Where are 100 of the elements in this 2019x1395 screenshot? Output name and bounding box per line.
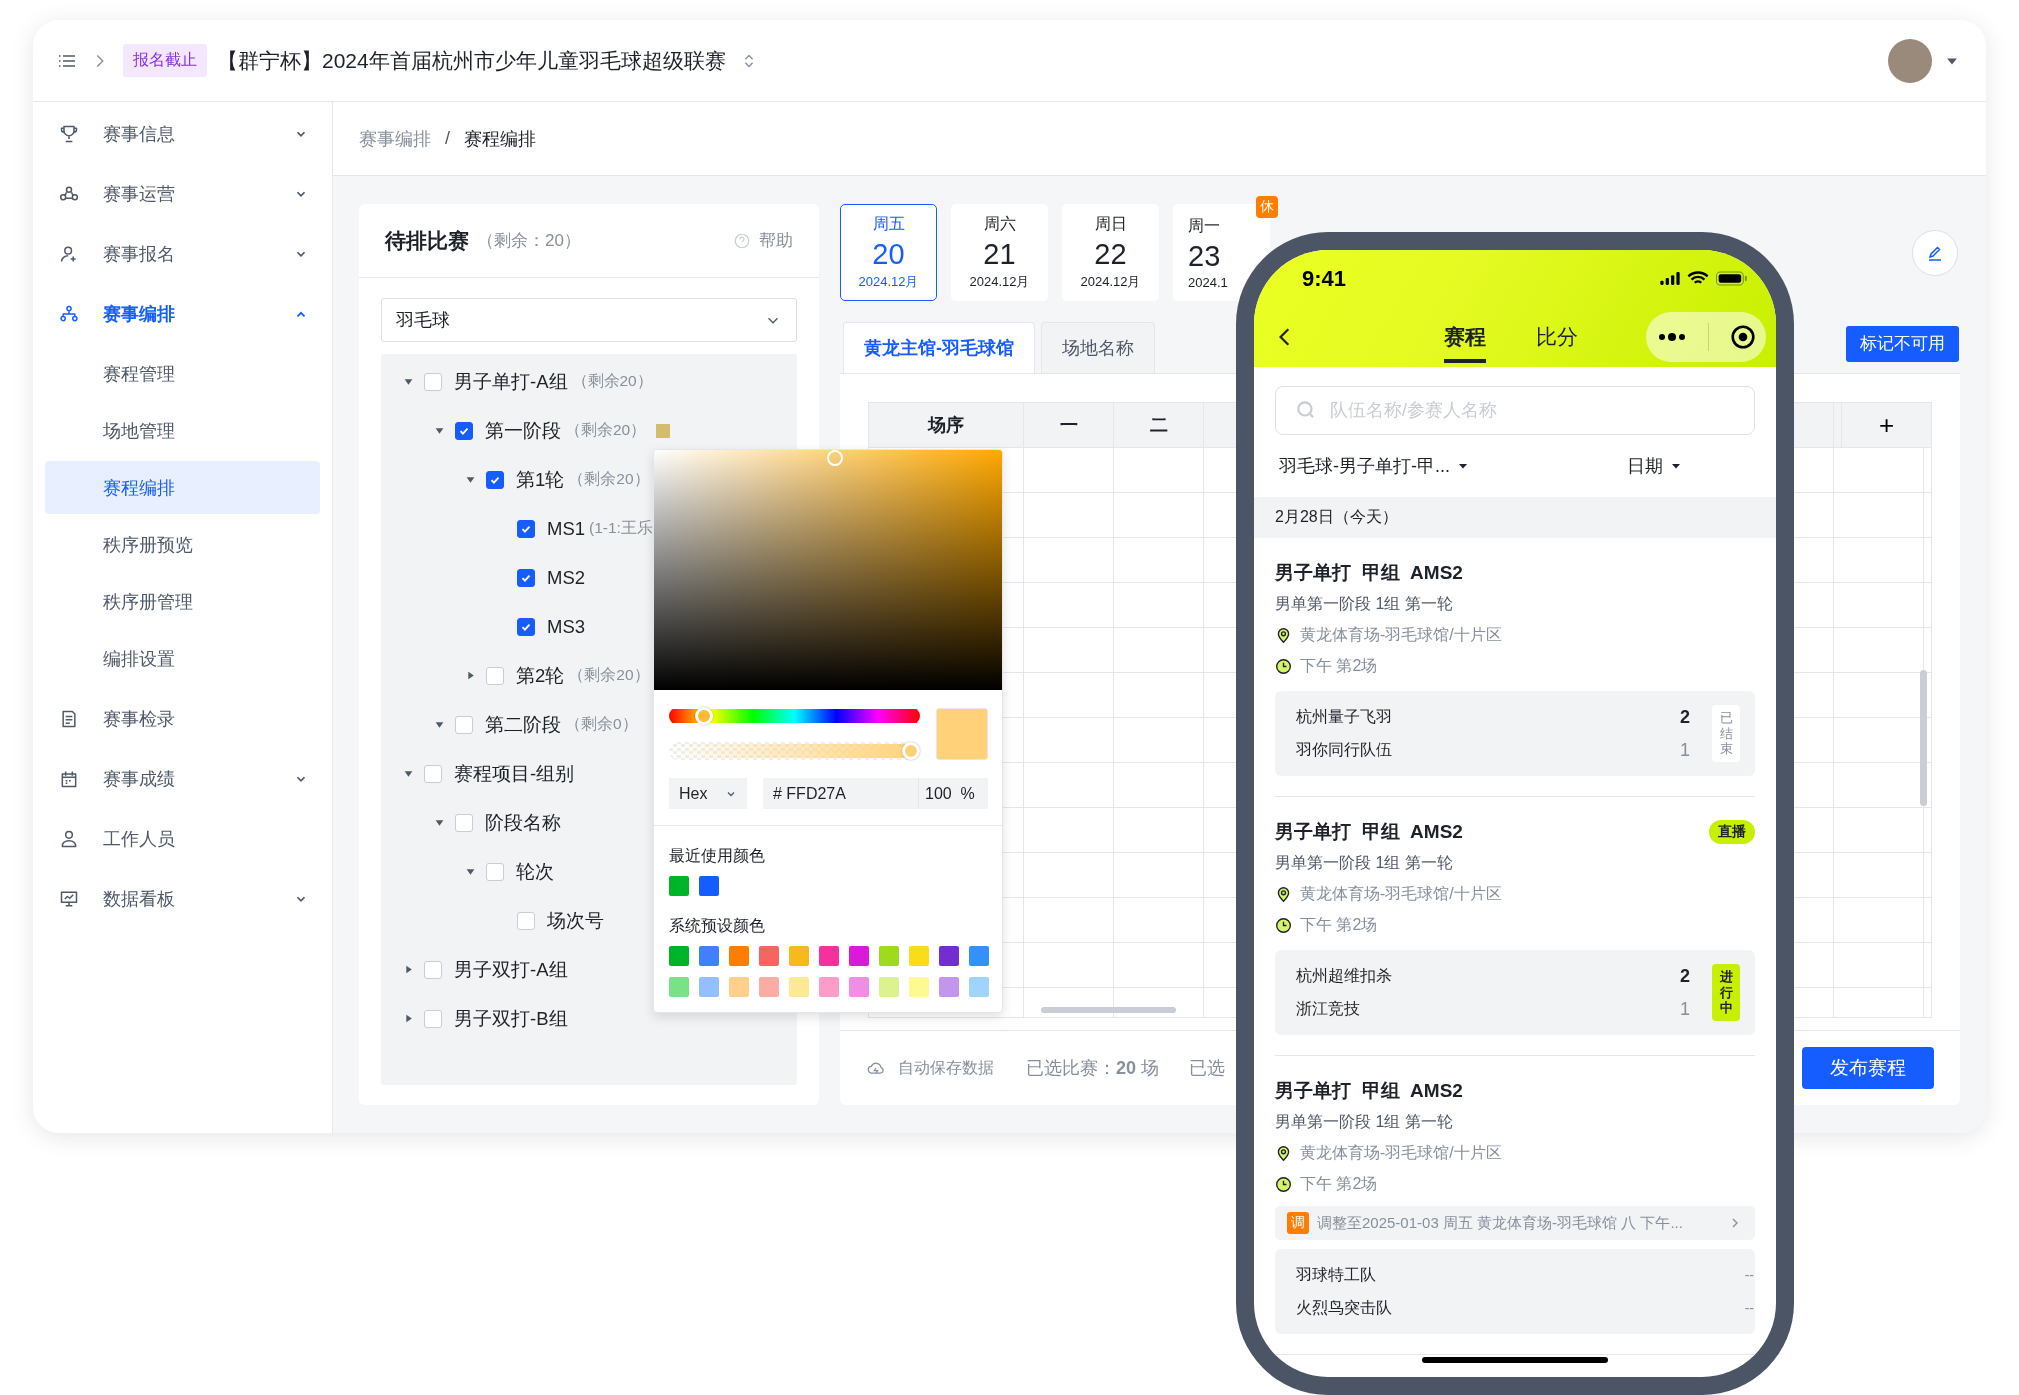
- checkbox[interactable]: [486, 470, 504, 489]
- date-tab[interactable]: 周六 21 2024.12月: [951, 204, 1048, 301]
- capsule-menu[interactable]: [1646, 312, 1766, 362]
- tree-label[interactable]: 第一阶段: [485, 418, 561, 443]
- sidebar-subitem[interactable]: 赛程管理: [45, 347, 320, 400]
- tree-label[interactable]: 第1轮: [516, 467, 565, 492]
- tree-label[interactable]: MS2: [547, 566, 586, 589]
- edit-button[interactable]: [1912, 229, 1958, 276]
- sidebar-subitem[interactable]: 场地管理: [45, 404, 320, 457]
- sidebar-item[interactable]: 数据看板: [33, 869, 332, 929]
- color-swatch[interactable]: [669, 876, 689, 896]
- checkbox[interactable]: [517, 519, 535, 538]
- sidebar-item[interactable]: 赛事报名: [33, 224, 332, 284]
- color-swatch[interactable]: [759, 946, 779, 966]
- filter-dropdown[interactable]: 羽毛球-男子单打-甲...: [1279, 454, 1468, 478]
- opacity-input[interactable]: 100 %: [918, 778, 988, 809]
- color-swatch[interactable]: [849, 946, 869, 966]
- sidebar-item[interactable]: 赛事信息: [33, 104, 332, 164]
- tree-label[interactable]: 男子双打-A组: [454, 957, 568, 982]
- slider-handle[interactable]: [902, 742, 920, 760]
- mark-unavailable-button[interactable]: 标记不可用: [1846, 325, 1959, 362]
- tree-label[interactable]: 第二阶段: [485, 712, 561, 737]
- caret-icon[interactable]: [465, 670, 476, 681]
- checkbox[interactable]: [455, 421, 473, 440]
- saturation-area[interactable]: [654, 450, 1002, 690]
- venue-tab[interactable]: 黄龙主馆-羽毛球馆: [843, 322, 1035, 373]
- filter-dropdown[interactable]: 日期: [1627, 454, 1681, 478]
- caret-icon[interactable]: [434, 719, 445, 730]
- caret-icon[interactable]: [434, 425, 445, 436]
- target-icon[interactable]: [1729, 324, 1756, 350]
- scrollbar[interactable]: [1920, 670, 1927, 806]
- color-swatch[interactable]: [699, 977, 719, 997]
- sidebar-item[interactable]: 工作人员: [33, 809, 332, 869]
- color-swatch[interactable]: [849, 977, 869, 997]
- publish-button[interactable]: 发布赛程: [1802, 1047, 1934, 1089]
- tree-label[interactable]: 轮次: [516, 859, 554, 884]
- sidebar-item[interactable]: 赛事编排: [33, 284, 332, 344]
- caret-icon[interactable]: [403, 964, 414, 975]
- tree-label[interactable]: 阶段名称: [485, 810, 561, 835]
- color-swatch[interactable]: [879, 946, 899, 966]
- caret-icon[interactable]: [434, 817, 445, 828]
- caret-icon[interactable]: [465, 866, 476, 877]
- sport-select[interactable]: 羽毛球: [381, 298, 797, 342]
- tree-label[interactable]: MS3: [547, 615, 586, 638]
- caret-icon[interactable]: [465, 474, 476, 485]
- color-swatch[interactable]: [699, 946, 719, 966]
- phone-tab[interactable]: 赛程: [1444, 323, 1486, 363]
- color-swatch[interactable]: [669, 977, 689, 997]
- score-box[interactable]: 羽球特工队 -- 火烈鸟突击队 --: [1275, 1249, 1755, 1334]
- color-swatch[interactable]: [669, 946, 689, 966]
- color-swatch[interactable]: [729, 946, 749, 966]
- tree-label[interactable]: 第2轮: [516, 663, 565, 688]
- date-tab[interactable]: 周五 20 2024.12月: [840, 204, 937, 301]
- sidebar-item[interactable]: 赛事运营: [33, 164, 332, 224]
- color-swatch[interactable]: [819, 946, 839, 966]
- more-icon[interactable]: [1656, 332, 1687, 342]
- score-box[interactable]: 杭州量子飞羽 2 羽你同行队伍 1 已结束: [1275, 691, 1755, 776]
- venue-tab[interactable]: 场地名称: [1041, 322, 1155, 373]
- color-swatch[interactable]: [939, 977, 959, 997]
- tree-label[interactable]: MS1: [547, 517, 586, 540]
- color-swatch[interactable]: [819, 977, 839, 997]
- tree-label[interactable]: 赛程项目-组别: [454, 761, 575, 786]
- sidebar-item[interactable]: 赛事成绩: [33, 749, 332, 809]
- color-swatch[interactable]: [729, 977, 749, 997]
- help-icon[interactable]: [733, 231, 751, 250]
- color-swatch[interactable]: [969, 946, 989, 966]
- color-swatch[interactable]: [909, 977, 929, 997]
- sidebar-subitem[interactable]: 秩序册管理: [45, 575, 320, 628]
- saturation-handle[interactable]: [827, 450, 844, 466]
- color-swatch[interactable]: [939, 946, 959, 966]
- match-title[interactable]: 男子单打 甲组 AMS2: [1275, 560, 1463, 586]
- match-title[interactable]: 男子单打 甲组 AMS2: [1275, 819, 1463, 845]
- caret-icon[interactable]: [403, 768, 414, 779]
- hue-slider[interactable]: [669, 707, 920, 725]
- score-box[interactable]: 杭州超维扣杀 2 浙江竞技 1 进行中: [1275, 950, 1755, 1035]
- color-swatch[interactable]: [969, 977, 989, 997]
- sidebar-subitem[interactable]: 赛程编排: [45, 461, 320, 514]
- phone-tab[interactable]: 比分: [1536, 323, 1578, 363]
- tree-label[interactable]: 场次号: [547, 908, 604, 933]
- color-swatch[interactable]: [656, 423, 671, 438]
- scrollbar[interactable]: [1041, 1007, 1176, 1013]
- color-swatch[interactable]: [879, 977, 899, 997]
- tree-label[interactable]: 男子单打-A组: [454, 369, 568, 394]
- color-swatch[interactable]: [699, 876, 719, 896]
- checkbox[interactable]: [517, 617, 535, 636]
- date-tab[interactable]: 周日 22 2024.12月: [1062, 204, 1159, 301]
- sidebar-subitem[interactable]: 编排设置: [45, 632, 320, 685]
- tree-label[interactable]: 男子双打-B组: [454, 1006, 568, 1031]
- color-swatch[interactable]: [789, 946, 809, 966]
- alpha-slider[interactable]: [669, 742, 920, 760]
- color-swatch[interactable]: [759, 977, 779, 997]
- caret-icon[interactable]: [403, 1013, 414, 1024]
- format-select[interactable]: Hex: [669, 778, 747, 809]
- sidebar-item[interactable]: 赛事检录: [33, 689, 332, 749]
- avatar[interactable]: [1888, 38, 1932, 83]
- add-column-button[interactable]: +: [1841, 403, 1931, 447]
- caret-icon[interactable]: [403, 376, 414, 387]
- breadcrumb-link[interactable]: 赛程编排: [464, 126, 536, 151]
- slider-handle[interactable]: [694, 707, 713, 725]
- sidebar-subitem[interactable]: 秩序册预览: [45, 518, 320, 571]
